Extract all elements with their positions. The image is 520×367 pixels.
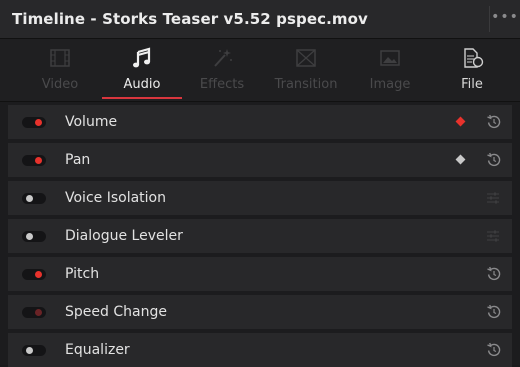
- panel-title: Timeline - Storks Teaser v5.52 pspec.mov: [12, 10, 368, 28]
- file-info-icon: [464, 48, 484, 68]
- transition-icon: [296, 49, 316, 67]
- row-pan[interactable]: Pan: [8, 143, 512, 177]
- row-label: Pitch: [65, 266, 100, 282]
- row-volume[interactable]: Volume: [8, 105, 512, 139]
- reset-icon[interactable]: [486, 342, 502, 358]
- volume-toggle[interactable]: [22, 117, 46, 128]
- row-equalizer[interactable]: Equalizer: [8, 333, 512, 367]
- tab-file-label: File: [461, 77, 483, 92]
- music-note-icon: [133, 47, 151, 68]
- reset-icon[interactable]: [486, 266, 502, 282]
- keyframe-diamond-icon[interactable]: [455, 154, 466, 165]
- tab-audio-label: Audio: [123, 77, 161, 92]
- reset-icon[interactable]: [486, 114, 502, 130]
- row-label: Dialogue Leveler: [65, 228, 183, 244]
- equalizer-toggle[interactable]: [22, 345, 46, 356]
- row-label: Speed Change: [65, 304, 167, 320]
- tab-video-label: Video: [41, 77, 79, 92]
- tab-audio[interactable]: Audio: [102, 39, 182, 101]
- active-tab-indicator: [102, 97, 182, 99]
- speed-change-toggle[interactable]: [22, 307, 46, 318]
- tab-transition-label: Transition: [274, 77, 338, 92]
- row-label: Voice Isolation: [65, 190, 166, 206]
- voice-isolation-toggle[interactable]: [22, 193, 46, 204]
- tab-video[interactable]: Video: [28, 39, 92, 101]
- pan-toggle[interactable]: [22, 155, 46, 166]
- tab-transition[interactable]: Transition: [266, 39, 346, 101]
- video-filmstrip-icon: [50, 49, 70, 67]
- row-pitch[interactable]: Pitch: [8, 257, 512, 291]
- row-speed-change[interactable]: Speed Change: [8, 295, 512, 329]
- tab-file[interactable]: File: [440, 39, 504, 101]
- magic-wand-icon: [214, 49, 232, 67]
- reset-icon[interactable]: [486, 152, 502, 168]
- image-icon: [380, 50, 400, 66]
- pitch-toggle[interactable]: [22, 269, 46, 280]
- adjust-icon[interactable]: [486, 229, 500, 243]
- row-label: Equalizer: [65, 342, 130, 358]
- adjust-icon[interactable]: [486, 191, 500, 205]
- options-menu-button[interactable]: •••: [489, 6, 520, 32]
- title-bar: Timeline - Storks Teaser v5.52 pspec.mov…: [0, 0, 520, 39]
- reset-icon[interactable]: [486, 304, 502, 320]
- row-dialogue-leveler[interactable]: Dialogue Leveler: [8, 219, 512, 253]
- row-label: Pan: [65, 152, 91, 168]
- row-label: Volume: [65, 114, 118, 130]
- tab-image[interactable]: Image: [358, 39, 422, 101]
- tab-effects[interactable]: Effects: [190, 39, 254, 101]
- tab-image-label: Image: [369, 77, 411, 92]
- ellipsis-icon: •••: [491, 9, 519, 25]
- inspector-panel: Timeline - Storks Teaser v5.52 pspec.mov…: [0, 0, 520, 367]
- tab-effects-label: Effects: [199, 77, 245, 92]
- row-voice-isolation[interactable]: Voice Isolation: [8, 181, 512, 215]
- dialogue-leveler-toggle[interactable]: [22, 231, 46, 242]
- inspector-tabs: Video Audio Effects Transition Image Fil…: [0, 39, 520, 102]
- keyframe-diamond-icon[interactable]: [455, 116, 466, 127]
